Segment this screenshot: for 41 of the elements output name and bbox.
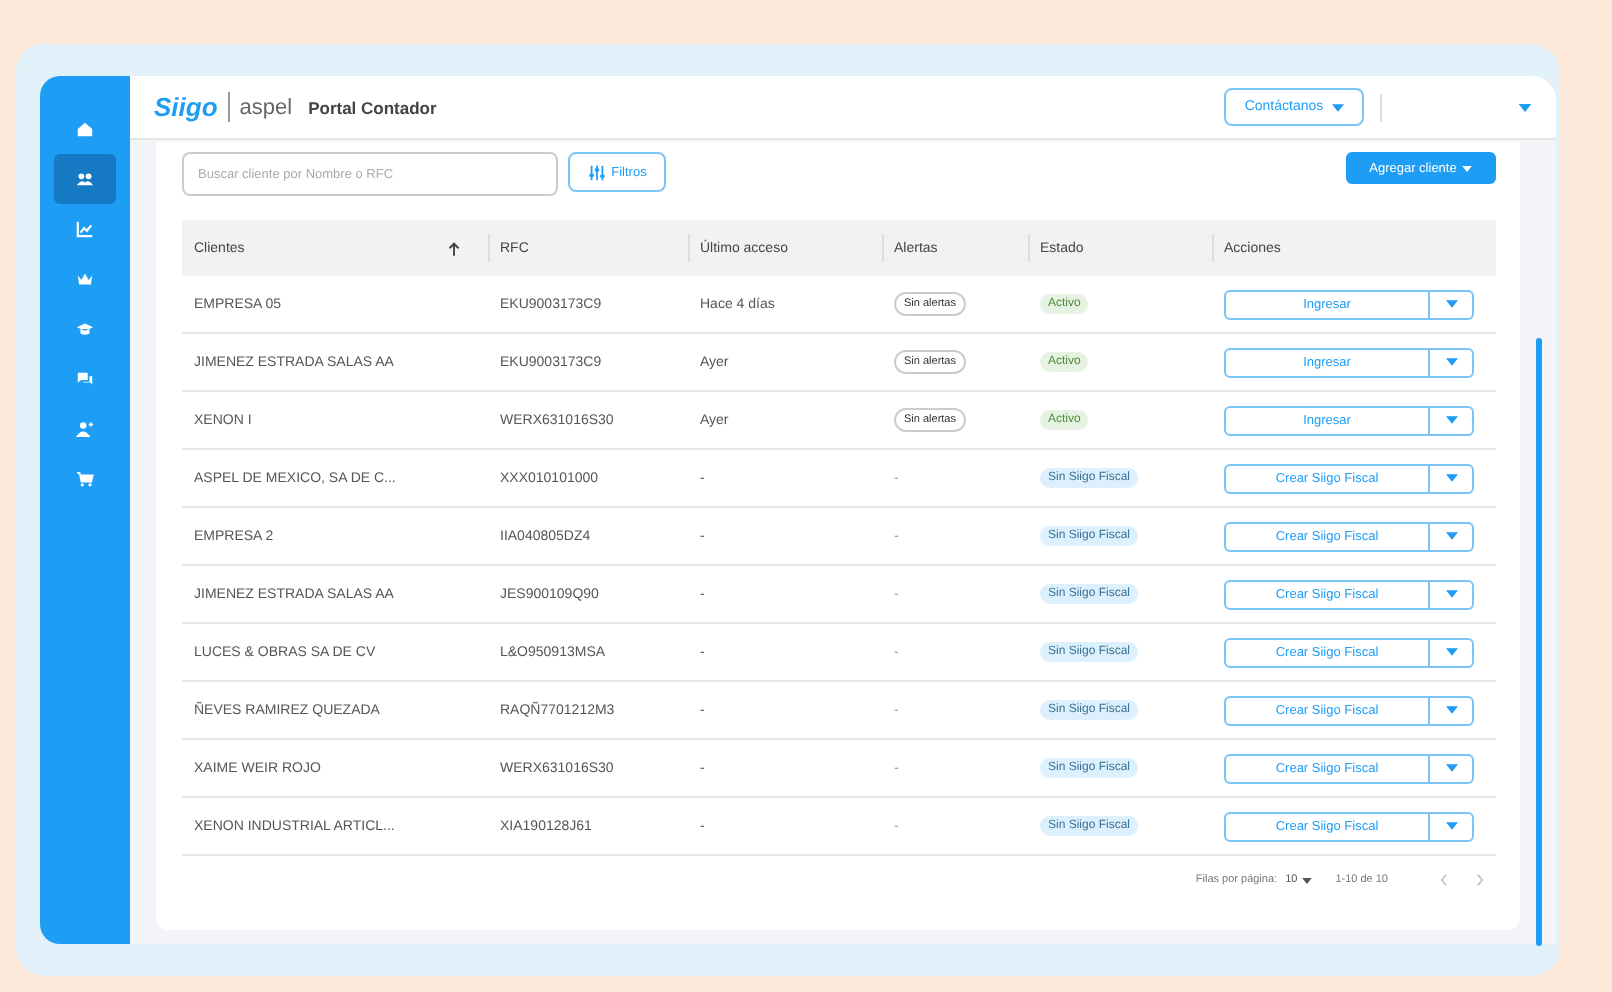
app-title: Portal Contador bbox=[308, 97, 437, 117]
caret-icon bbox=[1445, 532, 1457, 540]
previous-page-icon[interactable] bbox=[1440, 874, 1448, 886]
dropdown-button[interactable] bbox=[1430, 521, 1474, 551]
caret-icon bbox=[1301, 877, 1312, 883]
sliders-icon bbox=[587, 163, 606, 181]
next-page-icon[interactable] bbox=[1476, 874, 1484, 886]
graduation-cap-icon bbox=[76, 320, 94, 338]
caret-icon bbox=[1445, 822, 1457, 830]
scrollbar-thumb[interactable] bbox=[1536, 338, 1542, 946]
chart-icon bbox=[76, 220, 94, 238]
caret-icon[interactable] bbox=[1518, 103, 1532, 111]
dropdown-button[interactable] bbox=[1430, 811, 1474, 841]
dropdown-button[interactable] bbox=[1430, 405, 1474, 435]
caret-icon bbox=[1445, 648, 1457, 656]
dropdown-button[interactable] bbox=[1430, 463, 1474, 493]
dropdown-button[interactable] bbox=[1430, 289, 1474, 319]
users-icon bbox=[76, 170, 94, 188]
crown-icon bbox=[76, 270, 94, 288]
sort-arrow-icon[interactable] bbox=[448, 241, 460, 255]
caret-icon bbox=[1445, 416, 1457, 424]
caret-icon bbox=[1445, 474, 1457, 482]
logo-wordmark: Siigo bbox=[154, 92, 230, 122]
dropdown-button[interactable] bbox=[1430, 753, 1474, 783]
home-icon bbox=[76, 120, 94, 138]
user-add-icon bbox=[76, 420, 94, 438]
caret-icon bbox=[1445, 706, 1457, 714]
caret-icon bbox=[1331, 103, 1344, 111]
caret-icon bbox=[1445, 358, 1457, 366]
dropdown-button[interactable] bbox=[1430, 695, 1474, 725]
sidebar-item[interactable] bbox=[54, 154, 116, 204]
caret-icon bbox=[1445, 764, 1457, 772]
cart-icon bbox=[76, 470, 94, 488]
dropdown-button[interactable] bbox=[1430, 347, 1474, 377]
dropdown-button[interactable] bbox=[1430, 579, 1474, 609]
caret-icon bbox=[1445, 300, 1457, 308]
chat-icon bbox=[76, 370, 94, 388]
caret-icon bbox=[1462, 165, 1473, 171]
logo-wordmark: aspel bbox=[239, 95, 293, 119]
dropdown-button[interactable] bbox=[1430, 637, 1474, 667]
caret-icon bbox=[1445, 590, 1457, 598]
